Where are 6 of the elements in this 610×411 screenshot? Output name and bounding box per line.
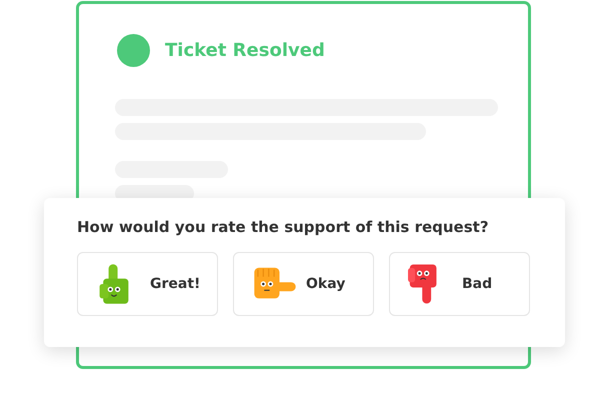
rating-question: How would you rate the support of this request? xyxy=(77,218,490,236)
ticket-status: Ticket Resolved xyxy=(165,40,325,61)
rating-option[interactable]: Bad xyxy=(389,252,530,316)
rating-option[interactable]: Okay xyxy=(233,252,374,316)
status-dot xyxy=(117,34,150,67)
rating-option[interactable]: Great! xyxy=(77,252,218,316)
